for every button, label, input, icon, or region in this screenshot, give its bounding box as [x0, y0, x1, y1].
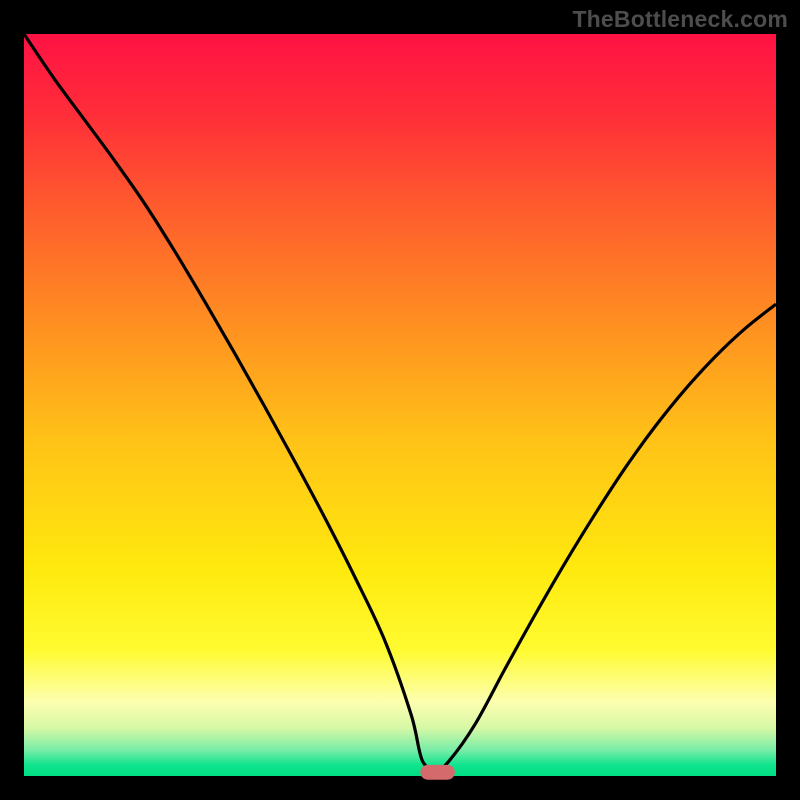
attribution-text: TheBottleneck.com	[572, 6, 788, 33]
chart-frame: TheBottleneck.com	[0, 0, 800, 800]
bottleneck-marker	[420, 765, 455, 780]
bottleneck-chart	[0, 0, 800, 800]
plot-area	[24, 34, 776, 776]
